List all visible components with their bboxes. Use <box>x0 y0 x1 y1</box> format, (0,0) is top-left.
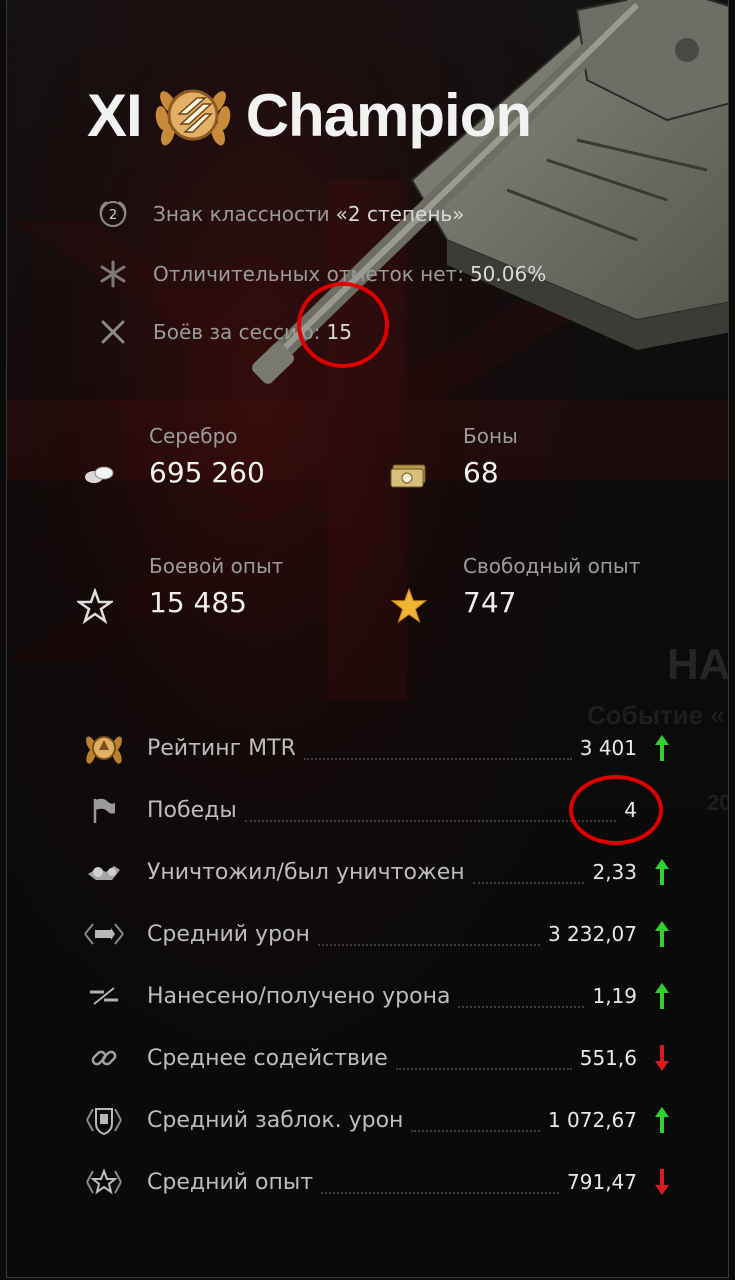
average-xp-star-icon <box>77 1162 131 1202</box>
stat-label: Нанесено/получено урона <box>147 983 451 1009</box>
dotted-leader <box>458 992 585 1008</box>
stat-row-damage-ratio: Нанесено/получено урона 1,19 <box>77 974 677 1018</box>
dotted-leader <box>244 806 617 822</box>
trend-up-icon <box>647 857 677 887</box>
trend-down-icon <box>647 1043 677 1073</box>
marks-value: 50.06% <box>469 262 547 286</box>
battle-xp-value: 15 485 <box>149 586 247 619</box>
stat-label: Уничтожил/был уничтожен <box>147 859 465 885</box>
class-badge-row: 2 Знак классности «2 степень» <box>95 196 464 232</box>
bonds-value: 68 <box>463 456 499 489</box>
trend-up-icon <box>647 919 677 949</box>
battles-label: Боёв за сессию: <box>153 320 321 344</box>
stat-value: 2,33 <box>592 860 637 884</box>
stat-label: Среднее содействие <box>147 1045 388 1071</box>
stat-row-avg-damage: Средний урон 3 232,07 <box>77 912 677 956</box>
background-event-date: 20 <box>707 790 728 815</box>
annotation-circle-battles <box>297 282 389 368</box>
crossed-swords-icon <box>95 314 131 350</box>
session-stats-panel: НА Событие « 20 XI <box>6 0 729 1278</box>
trend-up-icon <box>647 981 677 1011</box>
silver-icon <box>77 454 121 498</box>
vehicle-title: XI Champion <box>87 72 532 158</box>
svg-text:2: 2 <box>109 208 117 223</box>
silver-value: 695 260 <box>149 456 265 489</box>
marks-label: Отличительных отметок нет: <box>153 262 464 286</box>
stat-row-blocked: Средний заблок. урон 1 072,67 <box>77 1098 677 1142</box>
champion-emblem-icon <box>155 89 230 146</box>
dotted-leader <box>303 744 572 760</box>
dotted-leader <box>321 1178 560 1194</box>
bonds-block: Боны 68 <box>463 424 518 489</box>
trend-down-icon <box>647 1167 677 1197</box>
stat-row-avg-xp: Средний опыт 791,47 <box>77 1160 677 1204</box>
free-xp-block: Свободный опыт 747 <box>463 554 640 619</box>
stat-row-rating: Рейтинг MTR 3 401 <box>77 726 677 770</box>
dotted-leader <box>411 1116 540 1132</box>
damage-icon <box>77 914 131 954</box>
stat-value: 1 072,67 <box>547 1108 637 1132</box>
tier-label: XI <box>87 81 143 149</box>
free-xp-label: Свободный опыт <box>463 554 641 578</box>
damage-ratio-icon <box>77 976 131 1016</box>
rating-laurel-icon <box>77 728 131 768</box>
dotted-leader <box>395 1054 572 1070</box>
dotted-leader <box>472 868 585 884</box>
stat-value: 3 232,07 <box>547 922 637 946</box>
class-badge-label: Знак классности <box>153 202 330 226</box>
class-badge-icon: 2 <box>95 196 131 232</box>
bonds-label: Боны <box>463 424 518 448</box>
background-event-title: НА <box>667 640 729 689</box>
trend-up-icon <box>647 1105 677 1135</box>
stat-row-assist: Среднее содействие 551,6 <box>77 1036 677 1080</box>
silver-label: Серебро <box>149 424 238 448</box>
stat-label: Победы <box>147 797 237 823</box>
annotation-circle-wins <box>569 775 663 845</box>
stat-label: Средний опыт <box>147 1169 314 1195</box>
stat-value: 551,6 <box>579 1046 637 1070</box>
blocked-shield-icon <box>77 1100 131 1140</box>
silver-block: Серебро 695 260 <box>149 424 265 489</box>
flag-icon <box>77 790 131 830</box>
assist-chain-icon <box>77 1038 131 1078</box>
dotted-leader <box>317 930 540 946</box>
stat-label: Рейтинг MTR <box>147 735 296 761</box>
destroyed-tanks-icon <box>77 852 131 892</box>
battle-xp-label: Боевой опыт <box>149 554 284 578</box>
stat-value: 1,19 <box>592 984 637 1008</box>
star-outline-icon <box>73 584 117 628</box>
gold-star-icon <box>387 584 431 628</box>
stat-row-kd: Уничтожил/был уничтожен 2,33 <box>77 850 677 894</box>
marks-of-excellence-icon <box>95 256 131 292</box>
bonds-icon <box>387 452 431 496</box>
stat-label: Средний заблок. урон <box>147 1107 404 1133</box>
class-badge-value: «2 степень» <box>335 202 465 226</box>
stat-label: Средний урон <box>147 921 310 947</box>
battle-xp-block: Боевой опыт 15 485 <box>149 554 283 619</box>
vehicle-name: Champion <box>245 81 532 149</box>
free-xp-value: 747 <box>463 586 517 619</box>
stat-value: 3 401 <box>579 736 637 760</box>
stat-value: 791,47 <box>567 1170 637 1194</box>
trend-up-icon <box>647 733 677 763</box>
